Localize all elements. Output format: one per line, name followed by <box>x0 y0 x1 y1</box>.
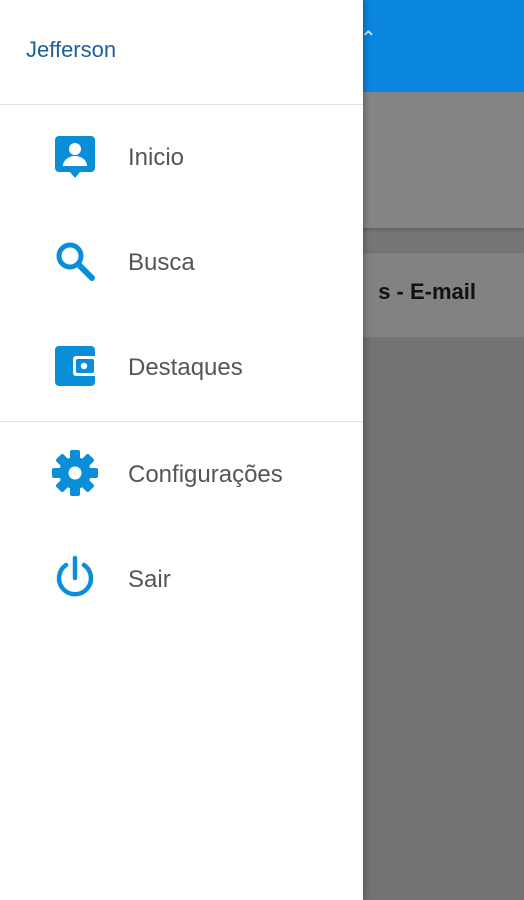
navigation-drawer: Jefferson Inicio Busca Destaques Configu… <box>0 0 363 900</box>
menu-item-label: Inicio <box>128 144 185 171</box>
menu-item-destaques[interactable]: Destaques <box>0 315 363 420</box>
menu-item-busca[interactable]: Busca <box>0 210 363 315</box>
gear-icon <box>51 449 99 497</box>
drawer-header: Jefferson <box>0 0 363 105</box>
menu-item-label: Configurações <box>128 461 283 488</box>
user-name: Jefferson <box>26 37 117 62</box>
account-box-icon <box>51 132 99 180</box>
menu-group-secondary: Configurações Sair <box>0 422 363 632</box>
menu-item-label: Destaques <box>128 354 243 381</box>
menu-item-label: Busca <box>128 249 195 276</box>
wallet-icon <box>51 342 99 390</box>
menu-item-label: Sair <box>128 566 171 593</box>
menu-item-configuracoes[interactable]: Configurações <box>0 422 363 527</box>
search-icon <box>51 237 99 285</box>
menu-item-inicio[interactable]: Inicio <box>0 105 363 210</box>
menu-item-sair[interactable]: Sair <box>0 527 363 632</box>
power-icon <box>51 554 99 602</box>
menu-group-primary: Inicio Busca Destaques <box>0 105 363 422</box>
